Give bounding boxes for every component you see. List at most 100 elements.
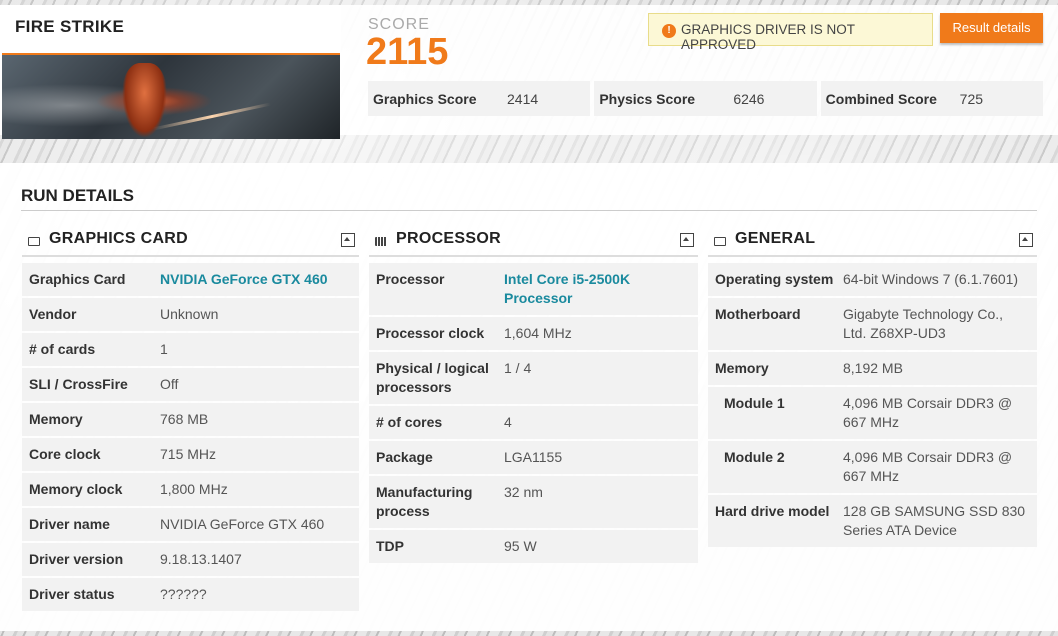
row-key: Memory clock: [29, 481, 123, 497]
benchmark-title: FIRE STRIKE: [15, 17, 125, 36]
row-value: 4: [504, 414, 512, 430]
general-title: GENERAL: [735, 230, 816, 247]
table-row: Memory 8,192 MB: [708, 352, 1037, 385]
processor-title: PROCESSOR: [396, 230, 501, 247]
collapse-icon[interactable]: [680, 233, 694, 247]
table-row: Memory clock 1,800 MHz: [22, 473, 359, 506]
row-key: Memory: [715, 360, 769, 376]
general-column: GENERAL Operating system 64-bit Windows 7…: [708, 223, 1037, 549]
row-value: 64-bit Windows 7 (6.1.7601): [843, 271, 1019, 287]
row-value: 4,096 MB Corsair DDR3 @ 667 MHz: [843, 395, 1013, 430]
subscore-label: Combined Score: [825, 90, 937, 107]
subscore-value: 2414: [507, 90, 539, 107]
row-value: ??????: [160, 586, 207, 602]
table-row: Package LGA1155: [369, 441, 698, 474]
table-row: Vendor Unknown: [22, 298, 359, 331]
warning-text: GRAPHICS DRIVER IS NOT APPROVED: [681, 22, 855, 52]
row-value: NVIDIA GeForce GTX 460: [160, 516, 325, 532]
table-row: # of cores 4: [369, 406, 698, 439]
row-value: LGA1155: [504, 449, 563, 465]
banner-slash: [152, 102, 272, 131]
processor-header: PROCESSOR: [369, 223, 698, 257]
row-value: 1: [160, 341, 168, 357]
row-key: Motherboard: [715, 306, 801, 322]
row-value: 1 / 4: [504, 360, 532, 376]
table-row: Module 1 4,096 MB Corsair DDR3 @ 667 MHz: [708, 387, 1037, 439]
run-details-section: RUN DETAILS GRAPHICS CARD Graphics Card N…: [0, 163, 1058, 631]
graphics-card-column: GRAPHICS CARD Graphics Card NVIDIA GeForc…: [22, 223, 359, 613]
table-row: Driver status??????: [22, 578, 359, 611]
result-details-button[interactable]: Result details: [940, 13, 1043, 43]
warning-icon: !: [662, 24, 676, 38]
subscore-graphics: Graphics Score 2414: [368, 81, 591, 116]
general-header: GENERAL: [708, 223, 1037, 257]
row-key: Memory: [29, 411, 83, 427]
collapse-icon[interactable]: [1019, 233, 1033, 247]
processor-link[interactable]: Intel Core i5-2500K Processor: [504, 270, 698, 308]
table-row: Operating system 64-bit Windows 7 (6.1.76…: [708, 263, 1037, 296]
run-details-title: RUN DETAILS: [21, 186, 135, 205]
subscore-label: Physics Score: [599, 90, 696, 107]
table-row: Manufacturing process 32 nm: [369, 476, 698, 528]
subscore-label: Graphics Score: [373, 90, 477, 107]
subscores: Graphics Score 2414 Physics Score 6246 C…: [368, 81, 1043, 116]
row-value: 95 W: [504, 538, 537, 554]
table-row: Memory 768 MB: [22, 403, 359, 436]
row-key: Processor clock: [376, 325, 485, 341]
monitor-icon: [28, 237, 40, 246]
row-key: Graphics Card: [29, 271, 126, 287]
row-key: SLI / CrossFire: [29, 376, 128, 392]
table-row: Motherboard Gigabyte Technology Co., Ltd.…: [708, 298, 1037, 350]
benchmark-banner-image: [2, 53, 340, 139]
row-key: Manufacturing process: [376, 484, 473, 519]
row-key: Processor: [376, 271, 445, 287]
processor-column: PROCESSOR Processor Intel Core i5-2500K P…: [369, 223, 698, 565]
table-row: Processor clock 1,604 MHz: [369, 317, 698, 350]
row-value: 768 MB: [160, 411, 209, 427]
graphics-card-title: GRAPHICS CARD: [49, 230, 189, 247]
row-value: 1,604 MHz: [504, 325, 572, 341]
benchmark-card: FIRE STRIKE: [0, 5, 341, 139]
chip-icon: [375, 237, 387, 246]
row-key: Package: [376, 449, 433, 465]
row-key: Core clock: [29, 446, 101, 462]
row-key: # of cards: [29, 341, 96, 357]
row-key: Operating system: [715, 271, 834, 287]
subscore-combined: Combined Score 725: [820, 81, 1043, 116]
graphics-card-link[interactable]: NVIDIA GeForce GTX 460: [160, 270, 328, 289]
row-value: 8,192 MB: [843, 360, 903, 376]
monitor-icon: [714, 237, 726, 246]
row-key: Vendor: [29, 306, 77, 322]
row-key: Hard drive model: [715, 503, 830, 519]
table-row: Physical / logical processors 1 / 4: [369, 352, 698, 404]
table-row: Hard drive model 128 GB SAMSUNG SSD 830 S…: [708, 495, 1037, 547]
table-row: Processor Intel Core i5-2500K Processor: [369, 263, 698, 315]
row-key: TDP: [376, 538, 404, 554]
row-key: Module 2: [724, 449, 785, 465]
table-row: Core clock 715 MHz: [22, 438, 359, 471]
subscore-value: 6246: [733, 90, 765, 107]
row-value: Unknown: [160, 306, 219, 322]
score-value: 2115: [366, 31, 449, 73]
row-value: Gigabyte Technology Co., Ltd. Z68XP-UD3: [843, 306, 1004, 341]
collapse-icon[interactable]: [341, 233, 355, 247]
divider: [21, 210, 1037, 211]
row-value: 9.18.13.1407: [160, 551, 242, 567]
row-value: 1,800 MHz: [160, 481, 228, 497]
row-key: Driver version: [29, 551, 124, 567]
score-panel: SCORE 2115 ! GRAPHICS DRIVER IS NOT APPR…: [341, 5, 1058, 135]
row-key: Module 1: [724, 395, 785, 411]
row-value: 4,096 MB Corsair DDR3 @ 667 MHz: [843, 449, 1013, 484]
general-rows: Operating system 64-bit Windows 7 (6.1.76…: [708, 263, 1037, 547]
subscore-value: 725: [959, 90, 984, 107]
table-row: TDP 95 W: [369, 530, 698, 563]
graphics-card-rows: Graphics Card NVIDIA GeForce GTX 460 Vend…: [22, 263, 359, 611]
table-row: Module 2 4,096 MB Corsair DDR3 @ 667 MHz: [708, 441, 1037, 493]
row-key: Driver status: [29, 586, 115, 602]
row-key: Driver name: [29, 516, 110, 532]
graphics-card-header: GRAPHICS CARD: [22, 223, 359, 257]
row-value: 128 GB SAMSUNG SSD 830 Series ATA Device: [843, 503, 1026, 538]
row-value: 32 nm: [504, 484, 543, 500]
subscore-physics: Physics Score 6246: [594, 81, 817, 116]
processor-rows: Processor Intel Core i5-2500K Processor P…: [369, 263, 698, 563]
